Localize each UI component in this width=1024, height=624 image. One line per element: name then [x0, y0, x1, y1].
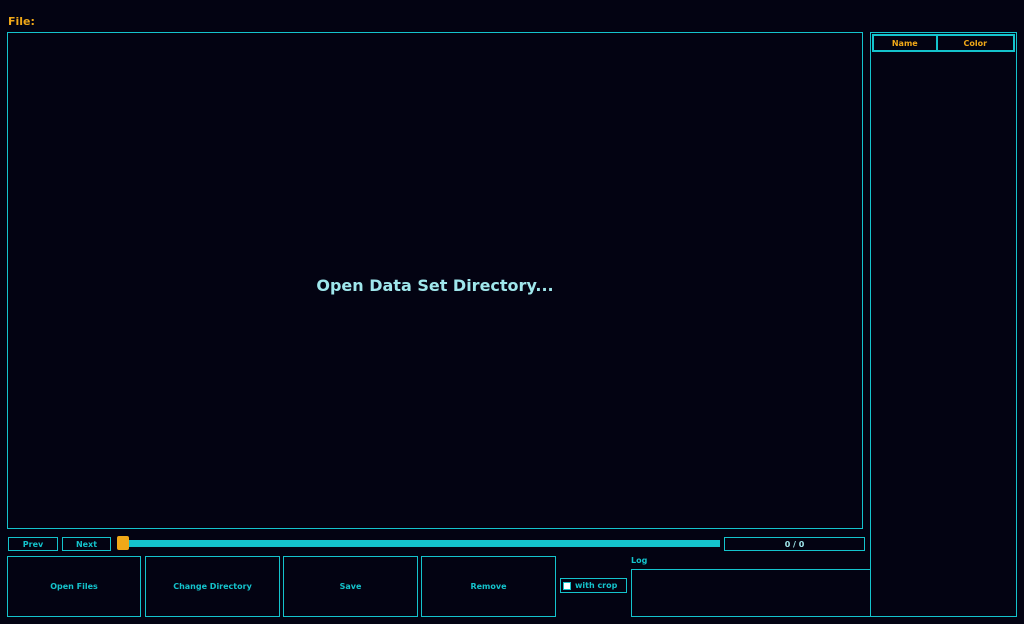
column-header-name[interactable]: Name [872, 34, 938, 52]
log-output[interactable] [631, 569, 871, 617]
with-crop-label: with crop [575, 581, 618, 590]
image-canvas[interactable]: Open Data Set Directory... [7, 32, 863, 529]
image-slider-thumb[interactable] [117, 536, 129, 550]
save-button[interactable]: Save [283, 556, 418, 617]
column-header-color[interactable]: Color [937, 34, 1015, 52]
image-slider-track[interactable] [118, 540, 720, 547]
main-window: File: Open Data Set Directory... Name Co… [0, 0, 1024, 624]
next-button[interactable]: Next [62, 537, 111, 551]
remove-button[interactable]: Remove [421, 556, 556, 617]
with-crop-toggle[interactable]: with crop [560, 578, 627, 593]
file-label: File: [8, 15, 35, 28]
labels-panel[interactable]: Name Color [870, 32, 1017, 617]
image-counter: 0 / 0 [724, 537, 865, 551]
change-directory-button[interactable]: Change Directory [145, 556, 280, 617]
with-crop-checkbox[interactable] [563, 581, 571, 590]
prev-button[interactable]: Prev [8, 537, 58, 551]
open-files-button[interactable]: Open Files [7, 556, 141, 617]
labels-table-header: Name Color [872, 34, 1015, 52]
canvas-message: Open Data Set Directory... [316, 276, 554, 295]
log-label: Log [631, 556, 648, 565]
